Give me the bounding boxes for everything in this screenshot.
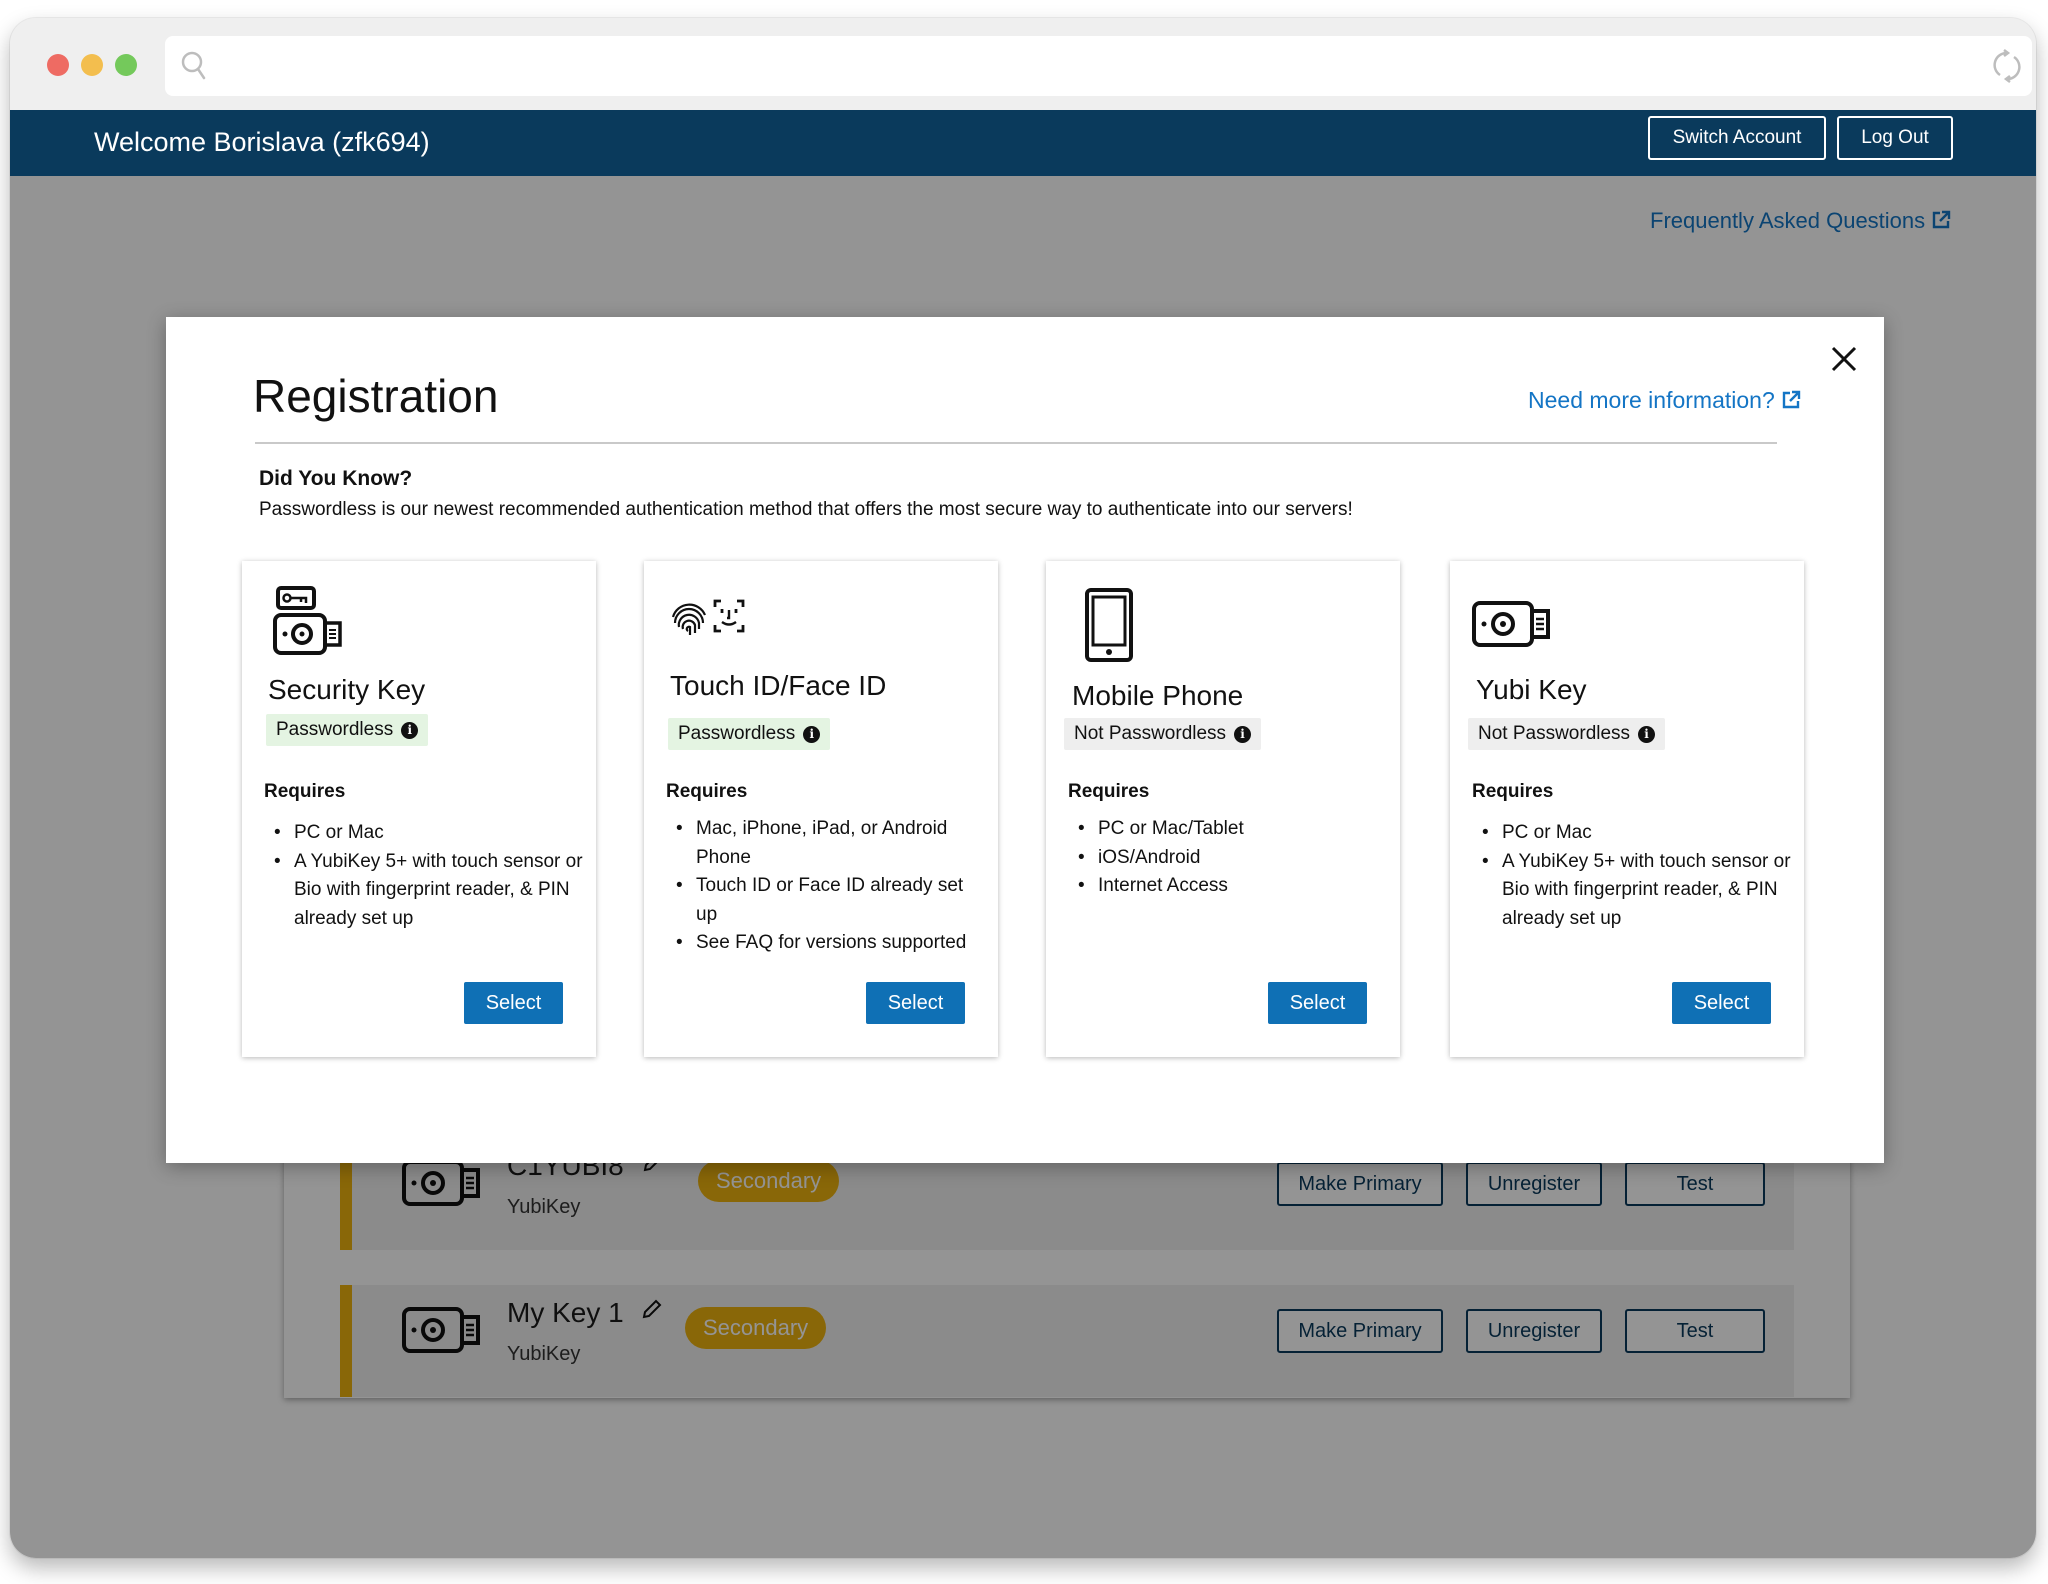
passwordless-badge: Passwordless i: [266, 714, 429, 746]
more-info-label: Need more information?: [1528, 387, 1775, 413]
list-item: PC or Mac/Tablet: [1078, 815, 1388, 844]
badge-label: Not Passwordless: [1478, 723, 1631, 744]
minimize-window-button[interactable]: [81, 54, 103, 76]
list-item: PC or Mac: [274, 819, 584, 848]
info-icon[interactable]: i: [803, 726, 821, 743]
select-button[interactable]: Select: [1672, 982, 1771, 1024]
requirements-list: PC or Mac A YubiKey 5+ with touch sensor…: [1472, 819, 1792, 933]
address-bar[interactable]: [165, 36, 2032, 96]
passwordless-badge: Passwordless i: [668, 718, 831, 750]
requirements-list: PC or Mac A YubiKey 5+ with touch sensor…: [264, 819, 584, 933]
card-title: Yubi Key: [1476, 674, 1587, 705]
info-icon[interactable]: i: [1638, 726, 1656, 743]
not-passwordless-badge: Not Passwordless i: [1468, 718, 1666, 750]
card-touch-face-id: Touch ID/Face ID Passwordless i Requires …: [644, 561, 998, 1057]
card-title: Mobile Phone: [1072, 680, 1244, 711]
welcome-text: Welcome Borislava (zfk694): [94, 127, 430, 157]
badge-label: Passwordless: [678, 723, 796, 744]
external-link-icon: [1775, 387, 1801, 413]
list-item: Touch ID or Face ID already set up: [676, 872, 986, 929]
requires-heading: Requires: [666, 781, 748, 802]
browser-chrome: [10, 18, 2036, 110]
yubikey-icon: [1472, 599, 1552, 654]
info-icon[interactable]: i: [1234, 726, 1252, 743]
select-button[interactable]: Select: [1268, 982, 1367, 1024]
not-passwordless-badge: Not Passwordless i: [1064, 718, 1262, 750]
log-out-button[interactable]: Log Out: [1837, 116, 1953, 160]
card-title: Touch ID/Face ID: [670, 670, 887, 701]
list-item: A YubiKey 5+ with touch sensor or Bio wi…: [274, 848, 584, 934]
divider: [255, 442, 1777, 444]
mobile-phone-icon: [1084, 587, 1134, 668]
requires-heading: Requires: [264, 781, 346, 802]
maximize-window-button[interactable]: [115, 54, 137, 76]
modal-title: Registration: [253, 370, 499, 422]
more-info-link[interactable]: Need more information?: [1528, 387, 1801, 414]
requires-heading: Requires: [1472, 781, 1554, 802]
list-item: iOS/Android: [1078, 844, 1388, 873]
reload-icon[interactable]: [1992, 48, 2022, 89]
security-key-icon: [272, 585, 344, 662]
switch-account-button[interactable]: Switch Account: [1648, 116, 1826, 160]
info-icon[interactable]: i: [401, 722, 419, 739]
list-item: Mac, iPhone, iPad, or Android Phone: [676, 815, 986, 872]
registration-modal: Registration Need more information? Did …: [166, 317, 1884, 1163]
requirements-list: Mac, iPhone, iPad, or Android Phone Touc…: [666, 815, 986, 958]
list-item: See FAQ for versions supported: [676, 929, 986, 958]
card-security-key: Security Key Passwordless i Requires PC o…: [242, 561, 596, 1057]
requirements-list: PC or Mac/Tablet iOS/Android Internet Ac…: [1068, 815, 1388, 901]
did-you-know-title: Did You Know?: [259, 467, 413, 490]
close-icon[interactable]: [1828, 343, 1860, 375]
list-item: PC or Mac: [1482, 819, 1792, 848]
search-icon: [181, 50, 207, 87]
select-button[interactable]: Select: [464, 982, 563, 1024]
requires-heading: Requires: [1068, 781, 1150, 802]
select-button[interactable]: Select: [866, 982, 965, 1024]
badge-label: Not Passwordless: [1074, 723, 1227, 744]
fingerprint-face-id-icon: [669, 597, 749, 646]
card-mobile-phone: Mobile Phone Not Passwordless i Requires …: [1046, 561, 1400, 1057]
badge-label: Passwordless: [276, 719, 394, 740]
browser-window: Welcome Borislava (zfk694) Switch Accoun…: [10, 18, 2036, 1558]
list-item: Internet Access: [1078, 872, 1388, 901]
top-navbar: Welcome Borislava (zfk694) Switch Accoun…: [10, 110, 2036, 176]
list-item: A YubiKey 5+ with touch sensor or Bio wi…: [1482, 848, 1792, 934]
card-yubi-key: Yubi Key Not Passwordless i Requires PC o…: [1450, 561, 1804, 1057]
did-you-know-text: Passwordless is our newest recommended a…: [259, 499, 1353, 520]
close-window-button[interactable]: [47, 54, 69, 76]
card-title: Security Key: [268, 674, 426, 705]
